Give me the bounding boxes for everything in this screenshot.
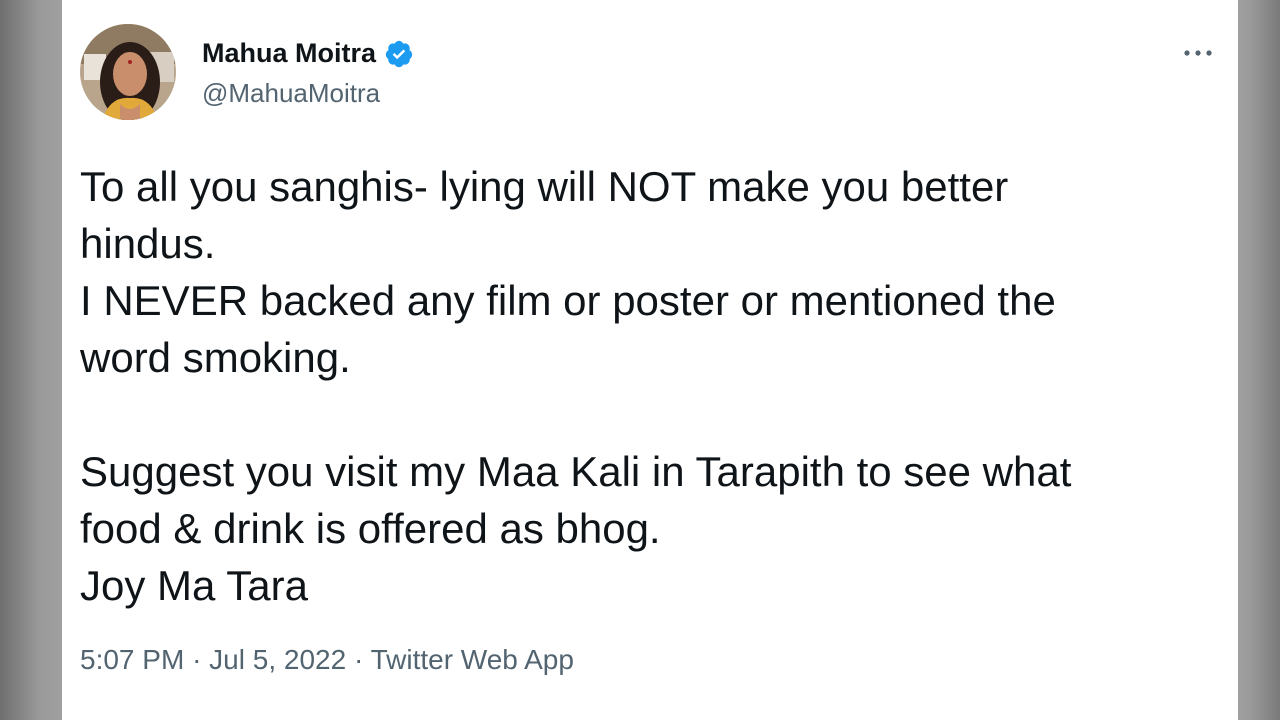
tweet-text: To all you sanghis- lying will NOT make … [80, 158, 1210, 614]
author-display-name[interactable]: Mahua Moitra [202, 38, 414, 69]
verified-badge-icon [384, 39, 414, 69]
tweet-card: Mahua Moitra @MahuaMoitra To all you san… [62, 0, 1238, 720]
meta-separator: · [353, 644, 364, 675]
author-handle[interactable]: @MahuaMoitra [202, 78, 380, 109]
author-avatar[interactable] [80, 24, 176, 120]
tweet-text-line: Joy Ma Tara [80, 562, 308, 609]
tweet-source[interactable]: Twitter Web App [371, 644, 574, 675]
tweet-text-line: I NEVER backed any film or poster or men… [80, 277, 1056, 324]
tweet-text-blank-line [80, 386, 1210, 443]
tweet-text-line: To all you sanghis- lying will NOT make … [80, 163, 1009, 210]
tweet-metadata: 5:07 PM · Jul 5, 2022 · Twitter Web App [80, 644, 574, 676]
avatar-image [80, 24, 176, 120]
tweet-time[interactable]: 5:07 PM [80, 644, 184, 675]
more-options-button[interactable] [1178, 38, 1218, 68]
tweet-text-line: food & drink is offered as bhog. [80, 505, 661, 552]
meta-separator: · [192, 644, 202, 675]
tweet-text-line: Suggest you visit my Maa Kali in Tarapit… [80, 448, 1072, 495]
screen-background: Mahua Moitra @MahuaMoitra To all you san… [0, 0, 1280, 720]
tweet-text-line: hindus. [80, 220, 216, 267]
author-name-text: Mahua Moitra [202, 38, 377, 68]
tweet-date[interactable]: Jul 5, 2022 [209, 644, 346, 675]
tweet-text-line: word smoking. [80, 334, 351, 381]
more-options-icon [1184, 50, 1212, 56]
